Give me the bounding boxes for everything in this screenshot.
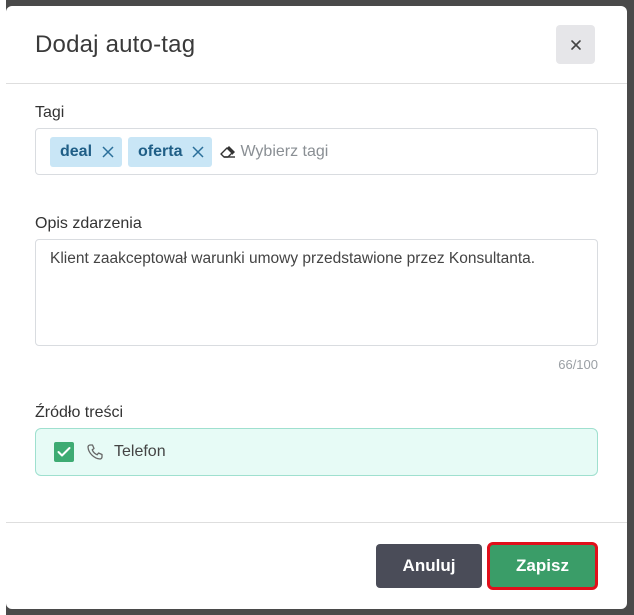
modal-title: Dodaj auto-tag	[35, 30, 196, 58]
tag-chip-deal: deal	[50, 136, 123, 167]
tag-remove-icon[interactable]	[102, 145, 114, 158]
description-label: Opis zdarzenia	[35, 215, 142, 232]
add-auto-tag-modal: Dodaj auto-tag Tagi deal oferta Wybierz …	[6, 6, 627, 609]
modal-footer: Anuluj Zapisz	[6, 522, 627, 609]
modal-body: Tagi deal oferta Wybierz tagi Opis zdarz…	[6, 84, 627, 522]
source-label: Źródło treści	[35, 404, 124, 421]
source-option-telefon[interactable]: Telefon	[35, 428, 598, 476]
tag-label: oferta	[138, 142, 183, 160]
modal-header: Dodaj auto-tag	[6, 6, 627, 84]
description-textarea[interactable]: Klient zaakceptował warunki umowy przeds…	[35, 239, 598, 346]
close-button[interactable]	[556, 25, 595, 64]
save-button[interactable]: Zapisz	[487, 542, 598, 590]
source-checkbox[interactable]	[54, 442, 74, 462]
eraser-icon	[220, 145, 236, 158]
phone-icon	[86, 443, 104, 461]
tag-label: deal	[60, 142, 93, 160]
cancel-button[interactable]: Anuluj	[376, 544, 482, 588]
source-option-label: Telefon	[114, 443, 166, 460]
character-counter: 66/100	[558, 357, 598, 372]
tag-chip-oferta: oferta	[128, 136, 213, 167]
checkmark-icon	[57, 447, 71, 457]
tags-label: Tagi	[35, 104, 65, 121]
tag-select[interactable]: Wybierz tagi	[220, 143, 328, 161]
tag-remove-icon[interactable]	[192, 145, 204, 158]
close-icon	[570, 39, 581, 50]
tag-select-placeholder: Wybierz tagi	[240, 142, 329, 160]
tags-input[interactable]: deal oferta Wybierz tagi	[35, 128, 598, 175]
